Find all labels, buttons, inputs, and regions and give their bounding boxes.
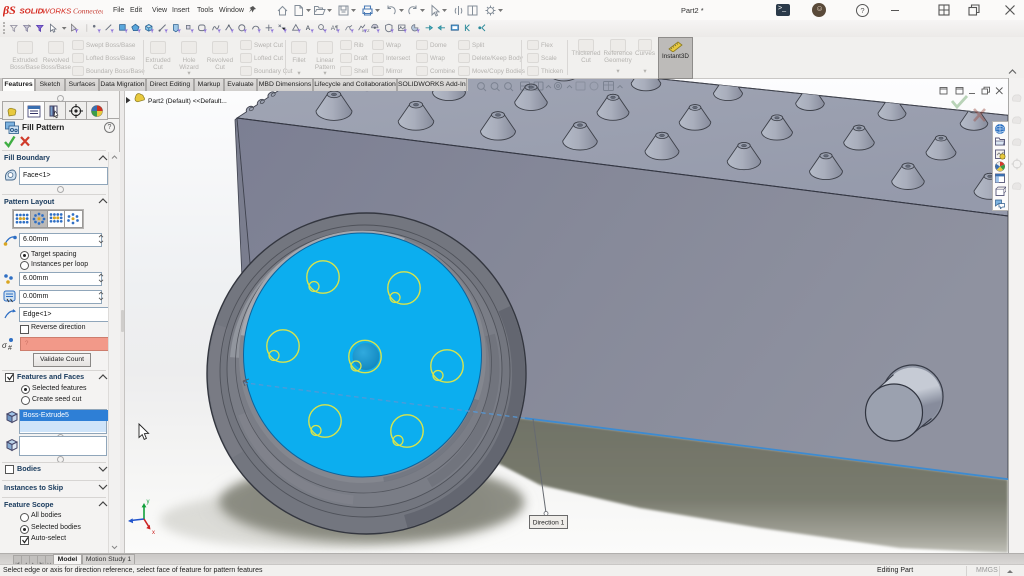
svg-text:A: A	[305, 25, 310, 32]
svg-text:Connected: Connected	[73, 7, 103, 16]
svg-text:SOLID: SOLID	[20, 7, 44, 16]
svg-text:x: x	[152, 530, 155, 536]
svg-text:Direction 1: Direction 1	[533, 520, 565, 527]
svg-text:WORKS: WORKS	[42, 7, 72, 16]
svg-text:βS: βS	[3, 3, 16, 17]
svg-text:#: #	[8, 345, 12, 350]
svg-text:y: y	[147, 499, 150, 505]
svg-text:Part2 (Default) <<Default...: Part2 (Default) <<Default...	[148, 98, 227, 105]
